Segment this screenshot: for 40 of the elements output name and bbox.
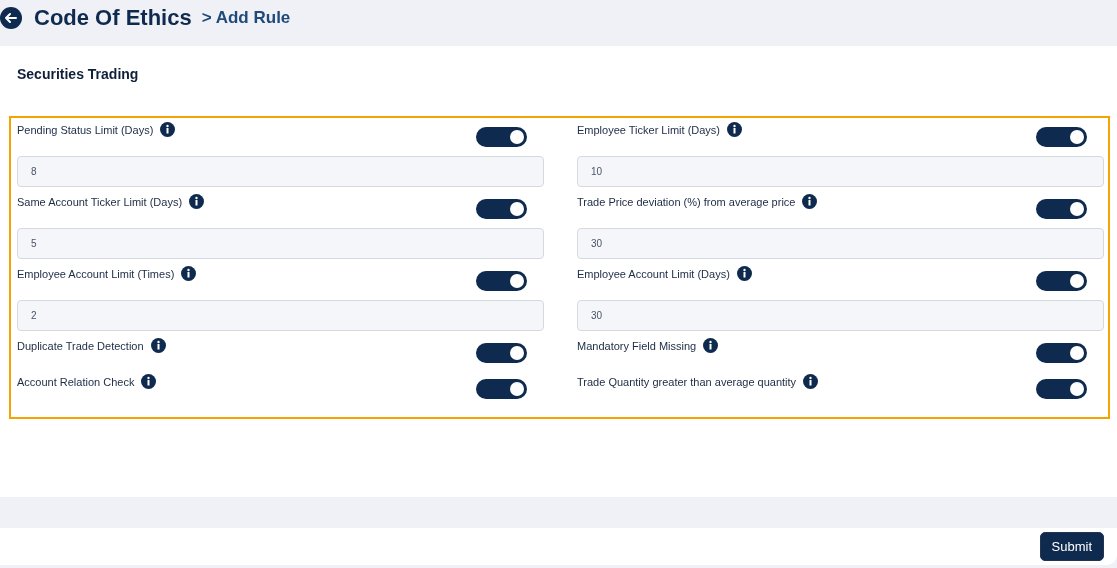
toggle-switch[interactable] <box>1036 199 1087 219</box>
toggle-switch[interactable] <box>1036 271 1087 291</box>
rule-label: Pending Status Limit (Days) <box>17 123 154 136</box>
rule-label: Same Account Ticker Limit (Days) <box>17 195 183 208</box>
input-field[interactable]: 5 <box>17 228 544 259</box>
toggle-switch[interactable] <box>476 271 527 291</box>
info-icon[interactable] <box>802 194 818 209</box>
info-icon[interactable] <box>189 194 205 209</box>
input-field[interactable]: 8 <box>17 156 544 187</box>
rule-label: Employee Account Limit (Days) <box>577 267 730 280</box>
info-icon[interactable] <box>736 266 752 281</box>
breadcrumb: > Add Rule <box>201 8 291 28</box>
rule-label: Trade Quantity greater than average quantity <box>577 375 797 388</box>
submit-button[interactable]: Submit <box>1039 532 1104 561</box>
input-field[interactable]: 30 <box>577 228 1104 259</box>
info-icon[interactable] <box>181 266 197 281</box>
section-title: Securities Trading <box>17 66 140 82</box>
input-field[interactable]: 2 <box>17 300 544 331</box>
toggle-switch[interactable] <box>1036 127 1087 147</box>
rule-label: Trade Price deviation (%) from average price <box>577 195 796 208</box>
info-icon[interactable] <box>160 122 176 137</box>
page-title: Code Of Ethics <box>34 5 192 31</box>
rule-label: Duplicate Trade Detection <box>17 339 144 352</box>
toggle-switch[interactable] <box>476 379 527 399</box>
input-field[interactable]: 30 <box>577 300 1104 331</box>
input-field[interactable]: 10 <box>577 156 1104 187</box>
toggle-switch[interactable] <box>476 127 527 147</box>
rule-label: Employee Ticker Limit (Days) <box>577 123 721 136</box>
toggle-switch[interactable] <box>476 199 527 219</box>
rule-label: Account Relation Check <box>17 375 135 388</box>
toggle-switch[interactable] <box>1036 343 1087 363</box>
info-icon[interactable] <box>803 374 819 389</box>
toggle-switch[interactable] <box>1036 379 1087 399</box>
info-icon[interactable] <box>727 122 743 137</box>
info-icon[interactable] <box>703 338 719 353</box>
rule-label: Employee Account Limit (Times) <box>17 267 175 280</box>
toggle-switch[interactable] <box>476 343 527 363</box>
info-icon[interactable] <box>141 374 157 389</box>
rule-label: Mandatory Field Missing <box>577 339 697 352</box>
info-icon[interactable] <box>150 338 166 353</box>
